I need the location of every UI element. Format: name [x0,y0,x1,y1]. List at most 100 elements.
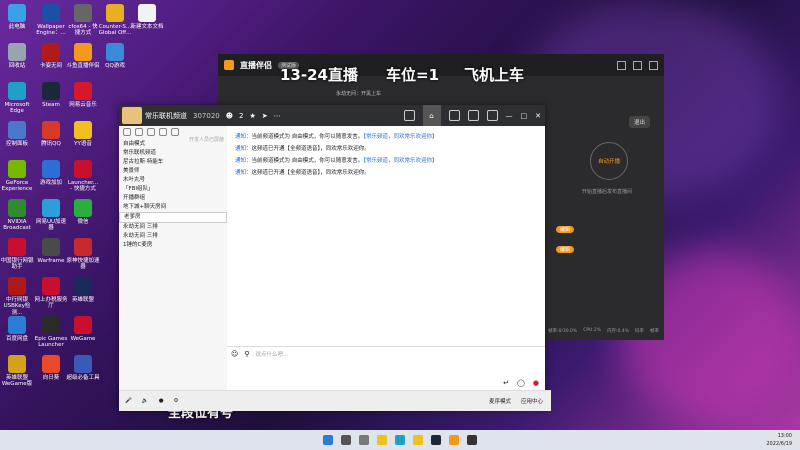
app-icon [42,160,60,178]
exit-button[interactable]: 退出 [628,116,650,128]
steam-taskbar-icon[interactable] [431,435,441,445]
close-icon[interactable] [649,60,658,70]
chat-input-area[interactable]: ☺ ⚲ 说点什么吧... ↵ ◯ ● [227,346,545,391]
auto-start-button[interactable]: 自动开播 [590,142,628,180]
share-icon[interactable]: ➤ [262,112,268,120]
edit-button-2[interactable]: 编辑 [556,246,575,253]
desktop-icon[interactable]: YY语音 [66,121,100,147]
desktop-icon[interactable]: 原神快捷加速器 [66,238,100,271]
desktop-icon[interactable]: Steam [34,82,68,108]
chat-window[interactable]: 常乐联机频道 307020 ☻ 2 ★ ➤ ⋯ ⌂ — □ ✕ 自由模式 常乐联… [119,105,551,411]
desktop-icon[interactable]: 微信 [66,199,100,225]
desktop-icon[interactable]: 超级必备工具 [66,355,100,381]
record-icon[interactable]: ● [159,398,164,404]
emoji-icon[interactable]: ☺ [231,350,238,358]
footer-stat: 帧率 [649,329,659,334]
desktop-icon[interactable]: 向日葵 [34,355,68,381]
message-link[interactable]: 【常乐频道，同欢常乐欢迎你】 [363,134,437,140]
search-icon[interactable] [341,435,351,445]
desktop-icon[interactable]: Warframe [34,238,68,264]
home-icon[interactable]: ⌂ [422,105,441,126]
minimize-icon[interactable] [617,60,626,70]
desktop-icon[interactable]: 英雄联盟WeGame版 [0,355,34,388]
settings-icon[interactable]: ⚙ [174,398,179,404]
location-icon[interactable] [147,128,155,136]
desktop-icon[interactable]: Wallpaper Engine：... [34,4,68,37]
channel-item[interactable]: 永劫无间 三排 [119,232,227,241]
channel-item[interactable]: 尼古拉斯·特能车 [119,158,227,167]
edge-icon[interactable] [395,435,405,445]
channel-item[interactable]: 开播群组 [119,194,227,203]
file-explorer-icon[interactable] [377,435,387,445]
windows-start-icon[interactable] [323,435,333,445]
task-view-icon[interactable] [359,435,369,445]
channel-item[interactable]: 1锤的C麦房 [119,241,227,250]
desktop-icon[interactable]: GeForce Experience [0,160,34,193]
desktop-icon[interactable]: Epic Games Launcher [34,316,68,349]
mic-red-icon[interactable]: ● [533,379,539,387]
app-icon [42,316,60,334]
mic-icon[interactable]: 🎤 [125,398,132,404]
desktop-icon[interactable]: 网易云音乐 [66,82,100,108]
desktop-icon[interactable]: 新建文本文档 [130,4,164,30]
message-link[interactable]: 【常乐频道，同欢常乐欢迎你】 [363,158,437,164]
desktop-icon[interactable]: 中行网银USBKey检测... [0,277,34,316]
obs-taskbar-icon[interactable] [467,435,477,445]
close-icon[interactable]: ✕ [535,112,541,120]
maximize-icon[interactable] [633,60,642,70]
start-hint: 开始直播后发布直播间 [581,189,632,195]
video-icon[interactable] [403,110,415,121]
desktop-icon[interactable]: Microsoft Edge [0,82,34,115]
desktop-icon[interactable]: 英雄联盟 [66,277,100,303]
desktop-icon[interactable]: 卡姿无间 [34,43,68,69]
system-clock[interactable]: 13:00 2022/6/19 [766,432,792,448]
yy-taskbar-icon[interactable] [413,435,423,445]
settings-icon[interactable] [486,110,498,121]
desktop-icon[interactable]: 网易UU加速器 [34,199,68,232]
mic-icon[interactable] [171,128,179,136]
desktop-icon[interactable]: 回收站 [0,43,34,69]
more-icon[interactable]: ⋯ [274,112,281,120]
gift-icon[interactable] [135,128,143,136]
desktop-icon[interactable]: 腾讯QQ [34,121,68,147]
channel-item[interactable]: 「FBI组队」 [119,185,227,194]
desktop-icon[interactable]: 中国银行网银助手 [0,238,34,271]
desktop-icon[interactable]: Counter-S... Global Off... [98,4,132,37]
maximize-icon[interactable]: □ [521,112,528,120]
desktop-icon[interactable]: WeGame [66,316,100,342]
star-icon[interactable]: ★ [250,112,256,120]
douyu-taskbar-icon[interactable] [449,435,459,445]
desktop-icon[interactable]: QQ游戏 [98,43,132,69]
desktop-icon[interactable]: Launcher... - 快捷方式 [66,160,100,193]
list-icon[interactable] [159,128,167,136]
board-icon[interactable] [448,110,460,121]
enter-icon[interactable]: ↵ [503,379,509,387]
channel-item[interactable]: 永劫无间 三排 [119,223,227,232]
channel-item[interactable]: 美景师 [119,167,227,176]
desktop-icon[interactable]: 网上办税服务厅 [34,277,68,310]
desktop-icon[interactable]: 此电脑 [0,4,34,30]
speaker-icon[interactable]: 🔈 [142,398,149,404]
app-icon [42,4,60,22]
chat-bubble-icon[interactable]: ◯ [517,379,525,387]
edit-button-1[interactable]: 编辑 [556,226,575,233]
desktop-icon-label: 英雄联盟 [71,297,94,303]
channel-item[interactable]: 地下城+聊天房间 [119,203,227,212]
user-icon[interactable] [123,128,131,136]
queue-mode-button[interactable]: 麦序模式 [489,397,511,405]
chat-input[interactable]: 说点什么吧... [255,350,288,358]
desktop-icon[interactable]: 百度网盘 [0,316,34,342]
channel-item[interactable]: 老爹房 [119,212,227,223]
channel-item[interactable]: 常乐联机频道 [119,149,227,158]
app-center-button[interactable]: 应用中心 [521,397,543,405]
search-icon[interactable]: ⚲ [244,350,249,358]
desktop-icon[interactable]: 斗鱼直播伴侣 [66,43,100,69]
channel-item[interactable]: 木叶丸号 [119,176,227,185]
desktop-icon[interactable]: 游戏加加 [34,160,68,186]
desktop-icon[interactable]: 控制面板 [0,121,34,147]
gamepad-icon[interactable] [467,110,479,121]
desktop-icon[interactable]: cfos64 - 快捷方式 [66,4,100,37]
minimize-icon[interactable]: — [506,112,513,120]
desktop-icon[interactable]: NVIDIA Broadcast [0,199,34,232]
stream-status-line: 永劫无间：开黑上车 [336,91,382,97]
